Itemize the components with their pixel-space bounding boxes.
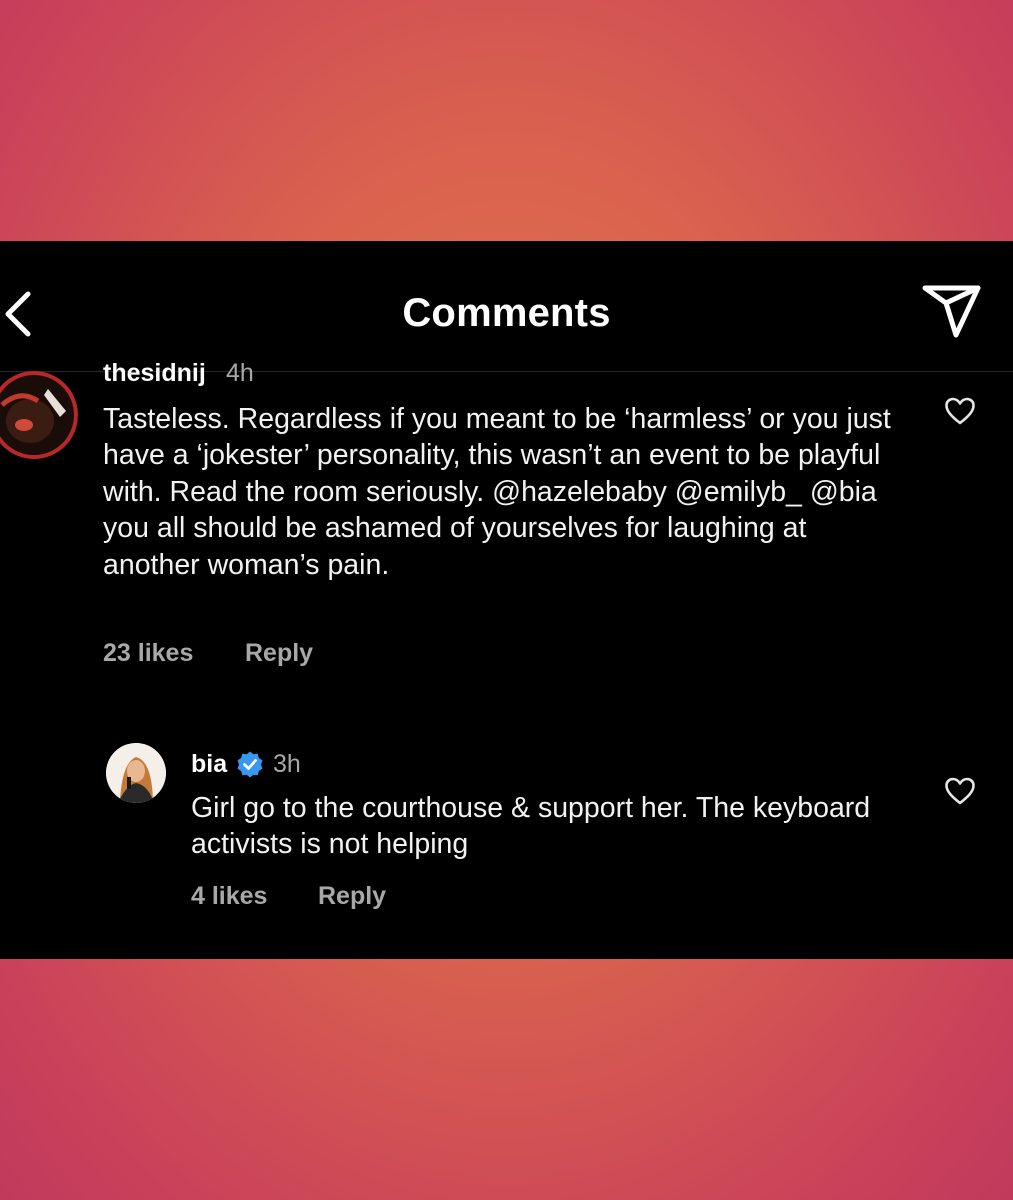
comment-text: Girl go to the courthouse & support her.… [191,792,871,861]
page-title: Comments [402,291,611,335]
avatar[interactable] [0,369,78,461]
like-button[interactable] [944,396,976,426]
comments-header: Comments [0,241,1013,372]
comment-username[interactable]: thesidnij [103,359,206,388]
heart-icon [945,777,975,805]
comment-username[interactable]: bia [191,750,227,779]
reply-button[interactable]: Reply [318,882,386,911]
avatar-image [0,371,78,459]
comment-time: 4h [226,359,254,387]
verified-badge-icon [236,750,264,778]
verified-icon [237,751,263,778]
avatar[interactable] [106,743,166,803]
reply-button[interactable]: Reply [245,639,313,668]
comment-text: Tasteless. Regardless if you meant to be… [103,403,891,581]
send-icon [922,285,981,338]
comments-panel: Comments thesidnij 4h Tasteless. Regardl… [0,241,1013,959]
send-button[interactable] [920,283,984,341]
comment-likes[interactable]: 23 likes [103,639,193,668]
avatar-image [106,743,166,803]
like-button[interactable] [944,776,976,806]
comment-time: 3h [273,750,301,778]
comment-likes[interactable]: 4 likes [191,882,267,911]
heart-icon [945,397,975,425]
